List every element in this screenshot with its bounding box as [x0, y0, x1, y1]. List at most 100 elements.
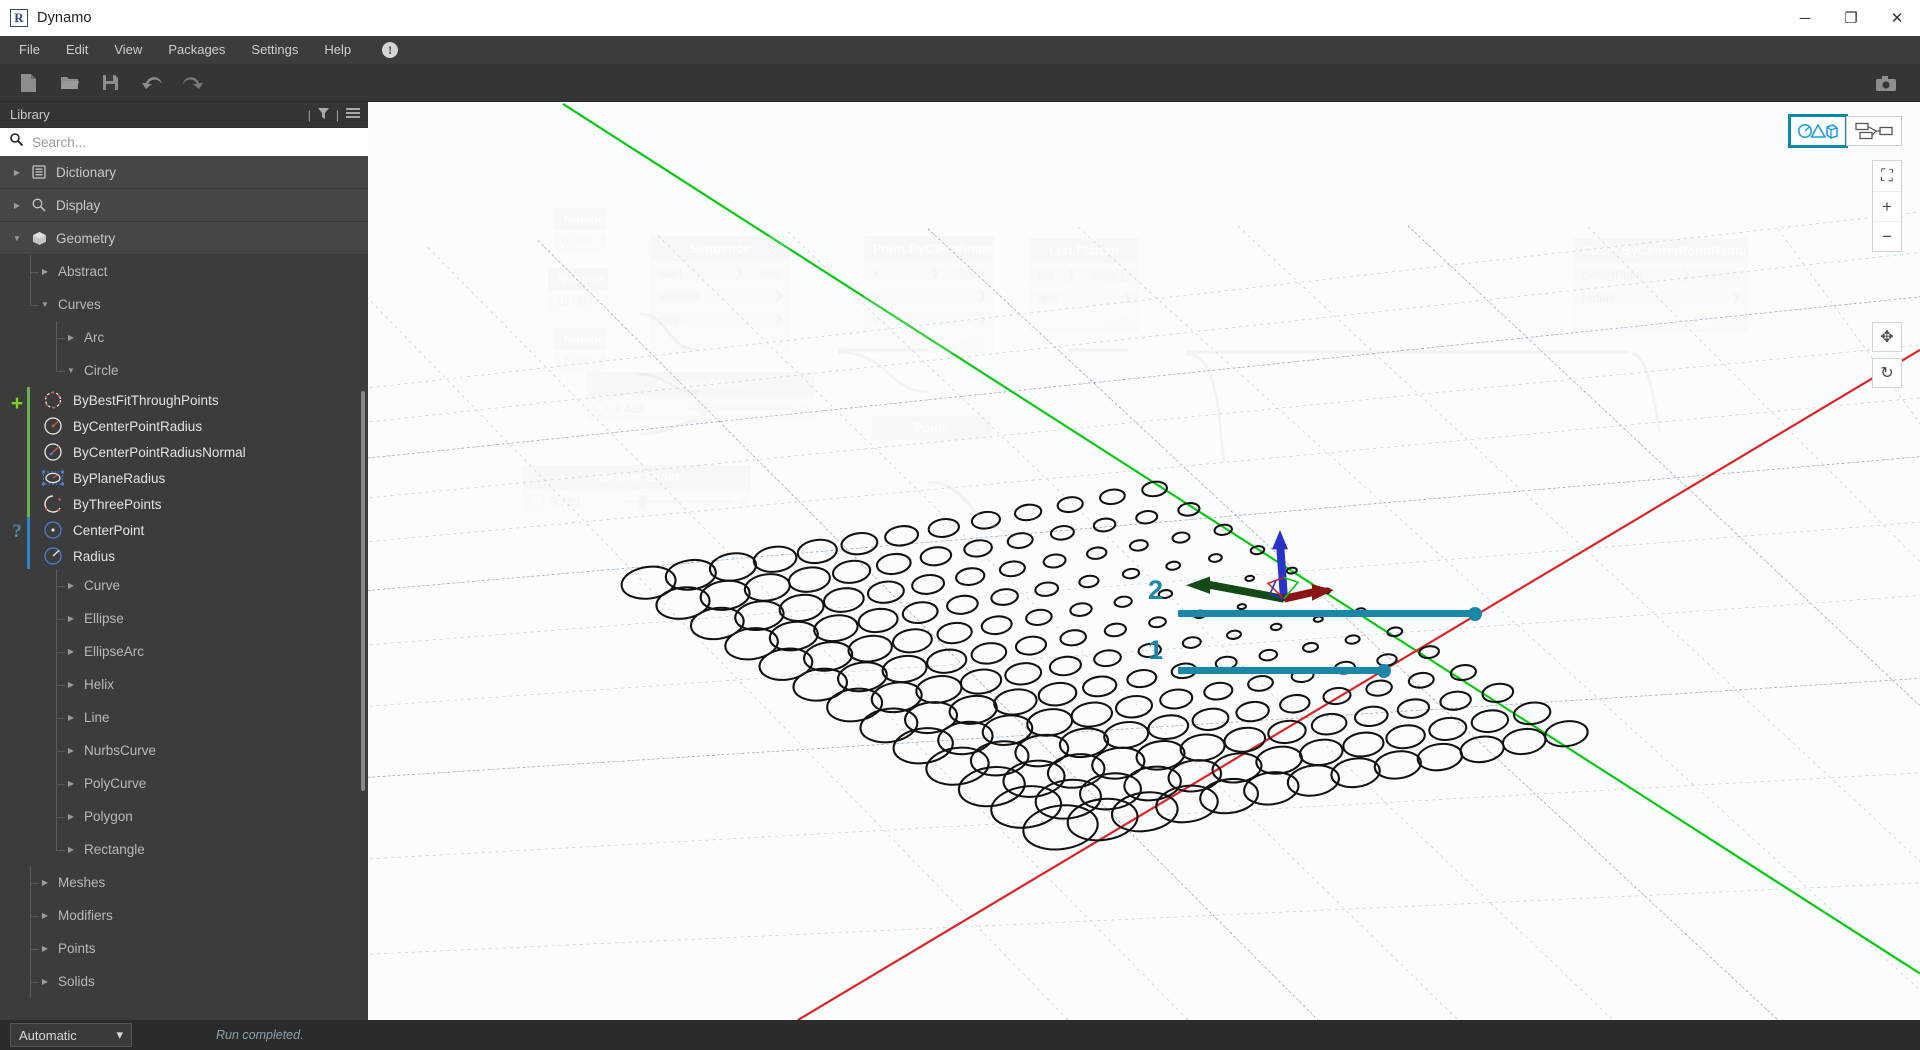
circle-bestfit-icon: [38, 390, 68, 410]
window-titlebar: R Dynamo ─ ❐ ✕: [0, 0, 1920, 36]
zoom-to-fit-button[interactable]: ⛶: [1873, 161, 1901, 191]
sidebar-item-rectangle[interactable]: ▶ Rectangle: [0, 833, 368, 866]
library-member-label: ByBestFitThroughPoints: [73, 392, 219, 408]
geometry-view-icon[interactable]: [1788, 114, 1848, 148]
run-mode-select[interactable]: Automatic ▾: [10, 1023, 132, 1047]
menu-edit[interactable]: Edit: [53, 36, 101, 64]
sidebar-item-ellipsearc[interactable]: ▶ EllipseArc: [0, 635, 368, 668]
sidebar-item-abstract[interactable]: ▶ Abstract: [0, 255, 368, 288]
sidebar-item-line[interactable]: ▶ Line: [0, 701, 368, 734]
sidebar-item-modifiers[interactable]: ▶ Modifiers: [0, 899, 368, 932]
search-icon: [10, 133, 24, 151]
sidebar-item-arc[interactable]: ▶ Arc: [0, 321, 368, 354]
sidebar-item-label: EllipseArc: [84, 644, 145, 659]
library-header: Library | |: [0, 102, 368, 128]
sidebar-item-solids[interactable]: ▶ Solids: [0, 965, 368, 998]
library-member-bycenterpointradiusnormal[interactable]: ByCenterPointRadiusNormal: [0, 439, 368, 465]
app-logo-icon: R: [10, 9, 28, 27]
circle-planeradius-icon: [38, 468, 68, 488]
circle-threepoints-icon: [38, 494, 68, 514]
pan-button[interactable]: ✥: [1872, 322, 1902, 352]
sidebar-item-label: Ellipse: [84, 611, 124, 626]
sidebar-item-points[interactable]: ▶ Points: [0, 932, 368, 965]
sidebar-item-label: Helix: [84, 677, 115, 692]
graph-view-icon[interactable]: [1846, 116, 1902, 146]
library-member-bythreepoints[interactable]: ByThreePoints: [0, 491, 368, 517]
library-tree: ▶ Dictionary ▶ Display ▼ Geometry ▶ Abst…: [0, 156, 368, 1020]
chevron-down-icon[interactable]: ▾: [116, 1027, 123, 1043]
chevron-right-icon[interactable]: ▶: [8, 201, 26, 210]
app-title: Dynamo: [37, 10, 92, 26]
menu-help[interactable]: Help: [311, 36, 364, 64]
sidebar-item-helix[interactable]: ▶ Helix: [0, 668, 368, 701]
chevron-down-icon[interactable]: ▼: [8, 234, 26, 243]
sidebar-item-label: Curves: [58, 297, 101, 312]
camera-icon[interactable]: [1865, 64, 1906, 102]
divider-icon: |: [307, 107, 311, 122]
annotation-leader-line: [1178, 667, 1384, 674]
library-member-bybestfitthroughpoints[interactable]: ByBestFitThroughPoints: [0, 387, 368, 413]
orbit-button[interactable]: ↻: [1872, 358, 1902, 388]
menu-settings[interactable]: Settings: [238, 36, 311, 64]
zoom-out-button[interactable]: −: [1873, 221, 1901, 251]
save-file-icon[interactable]: [90, 64, 131, 102]
library-scrollbar[interactable]: [361, 391, 365, 791]
filter-icon[interactable]: [317, 107, 329, 122]
library-member-radius[interactable]: Radius: [0, 543, 368, 569]
sidebar-item-label: Curve: [84, 578, 121, 593]
menu-packages[interactable]: Packages: [155, 36, 238, 64]
sidebar-item-nurbscurve[interactable]: ▶ NurbsCurve: [0, 734, 368, 767]
menubar: File Edit View Packages Settings Help !: [0, 36, 1920, 64]
scene-svg: [368, 102, 1920, 1020]
sidebar-item-curves[interactable]: ▼ Curves: [0, 288, 368, 321]
sidebar-item-dictionary[interactable]: ▶ Dictionary: [0, 156, 368, 189]
library-member-byplaneradius[interactable]: ByPlaneRadius: [0, 465, 368, 491]
menu-view[interactable]: View: [101, 36, 155, 64]
list-view-icon[interactable]: [346, 107, 360, 122]
sidebar-item-label: Display: [56, 197, 101, 213]
sidebar-item-label: Rectangle: [84, 842, 145, 857]
sidebar-item-polygon[interactable]: ▶ Polygon: [0, 800, 368, 833]
library-member-label: ByCenterPointRadiusNormal: [73, 444, 246, 460]
sidebar-item-meshes[interactable]: ▶ Meshes: [0, 866, 368, 899]
close-button[interactable]: ✕: [1874, 0, 1920, 36]
library-member-label: CenterPoint: [73, 522, 145, 538]
redo-icon[interactable]: [172, 64, 213, 102]
open-file-icon[interactable]: [49, 64, 90, 102]
sidebar-item-label: Solids: [58, 974, 95, 989]
library-title: Library: [10, 107, 50, 122]
menu-file[interactable]: File: [6, 36, 53, 64]
sidebar-item-geometry[interactable]: ▼ Geometry: [0, 222, 368, 255]
library-member-centerpoint[interactable]: CenterPoint: [0, 517, 368, 543]
run-status-message: Run completed.: [216, 1028, 304, 1042]
main-toolbar: [0, 64, 1920, 102]
toolbar-right-group: [1865, 64, 1906, 102]
library-search-bar[interactable]: [0, 128, 368, 156]
sidebar-item-label: Modifiers: [58, 908, 113, 923]
sidebar-item-display[interactable]: ▶ Display: [0, 189, 368, 222]
chevron-right-icon[interactable]: ▶: [8, 168, 26, 177]
zoom-controls: ⛶ + −: [1872, 160, 1902, 252]
notification-alert-icon[interactable]: !: [382, 42, 399, 58]
undo-icon[interactable]: [131, 64, 172, 102]
sidebar-item-polycurve[interactable]: ▶ PolyCurve: [0, 767, 368, 800]
sidebar-item-circle[interactable]: ▼ Circle: [0, 354, 368, 387]
library-member-bycenterpointradius[interactable]: ByCenterPointRadius: [0, 413, 368, 439]
minimize-button[interactable]: ─: [1782, 0, 1828, 36]
zoom-in-button[interactable]: +: [1873, 191, 1901, 221]
library-header-icons: | |: [307, 107, 360, 122]
sidebar-item-label: Dictionary: [56, 164, 117, 180]
sidebar-item-label: NurbsCurve: [84, 743, 157, 758]
sidebar-item-ellipse[interactable]: ▶ Ellipse: [0, 602, 368, 635]
book-icon: [26, 165, 52, 179]
divider-icon: |: [335, 107, 339, 122]
sidebar-item-curve[interactable]: ▶ Curve: [0, 569, 368, 602]
search-input[interactable]: [32, 134, 358, 150]
viewport-view-toggle: [1788, 114, 1902, 148]
maximize-button[interactable]: ❐: [1828, 0, 1874, 36]
annotation-number: 1: [1148, 635, 1164, 665]
background-3d-preview[interactable]: Number0.000>Number10.000>Number2.000>Seq…: [368, 102, 1920, 1020]
annotation-endpoint-dot: [1377, 663, 1391, 678]
new-file-icon[interactable]: [8, 64, 49, 102]
window-controls: ─ ❐ ✕: [1782, 0, 1920, 36]
